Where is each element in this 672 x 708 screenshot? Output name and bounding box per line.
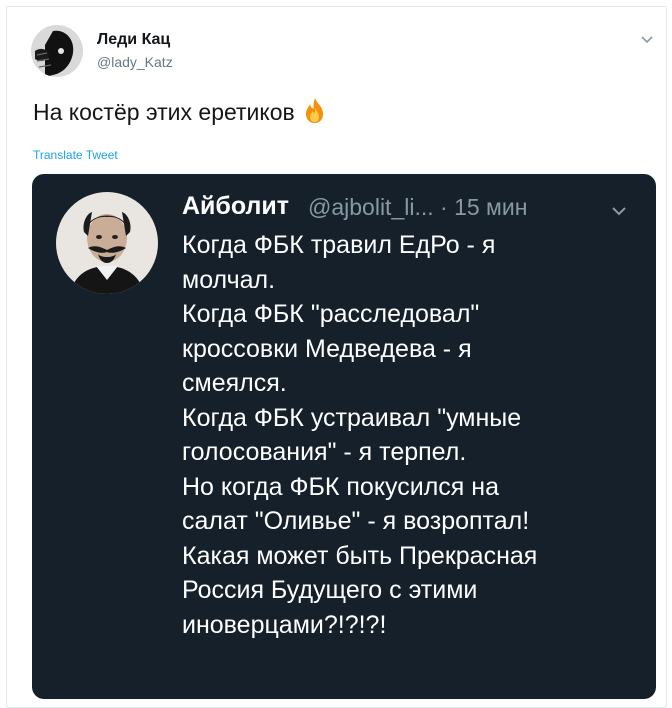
tweet-card: Леди Кац @lady_Katz На костёр этих ерети… (6, 6, 667, 708)
quoted-text-line: молчал. (182, 265, 276, 294)
chevron-down-icon[interactable] (639, 33, 655, 45)
quoted-text-line: салат "Оливье" - я возроптал! (182, 507, 530, 535)
quoted-tweet-text: Когда ФБК травил ЕдРо - я молчал. Когда … (182, 228, 642, 642)
quoted-text-line: Когда ФБК травил ЕдРо - я (182, 231, 496, 259)
quoted-text-line: Когда ФБК "расследовал" (182, 300, 480, 328)
quoted-text-line: Россия Будущего с этими (182, 576, 478, 604)
translate-tweet-link[interactable]: Translate Tweet (33, 148, 118, 162)
quoted-avatar (56, 192, 158, 294)
quoted-text-line: смеялся. (182, 369, 287, 397)
quoted-text-line: Но когда ФБК покусился на (182, 472, 500, 501)
quoted-timestamp: · 15 мин (440, 194, 528, 220)
avatar[interactable] (31, 25, 83, 77)
quoted-chevron-down-icon (610, 204, 628, 216)
quoted-author-handle: @ajbolit_li... (308, 194, 434, 220)
quoted-text-line: иноверцами?!?!?! (182, 610, 387, 639)
tweet-text: На костёр этих еретиков (33, 96, 329, 130)
quoted-tweet-screenshot: Айболит @ajbolit_li... · 15 мин Когда ФБ… (32, 174, 656, 699)
fire-icon (301, 96, 329, 130)
quoted-text-line: Когда ФБК устраивал "умные (182, 403, 522, 432)
quoted-text-line: кроссовки Медведева - я (182, 334, 472, 363)
tweet-text-content: На костёр этих еретиков (33, 99, 295, 125)
quoted-handle-time: @ajbolit_li... · 15 мин (308, 194, 527, 221)
quoted-text-line: Какая может быть Прекрасная (182, 541, 538, 570)
quoted-author-name: Айболит (182, 192, 290, 220)
author-name[interactable]: Леди Кац (97, 31, 170, 49)
quoted-text-line: голосования" - я терпел. (182, 438, 467, 466)
author-handle[interactable]: @lady_Katz (97, 54, 173, 70)
